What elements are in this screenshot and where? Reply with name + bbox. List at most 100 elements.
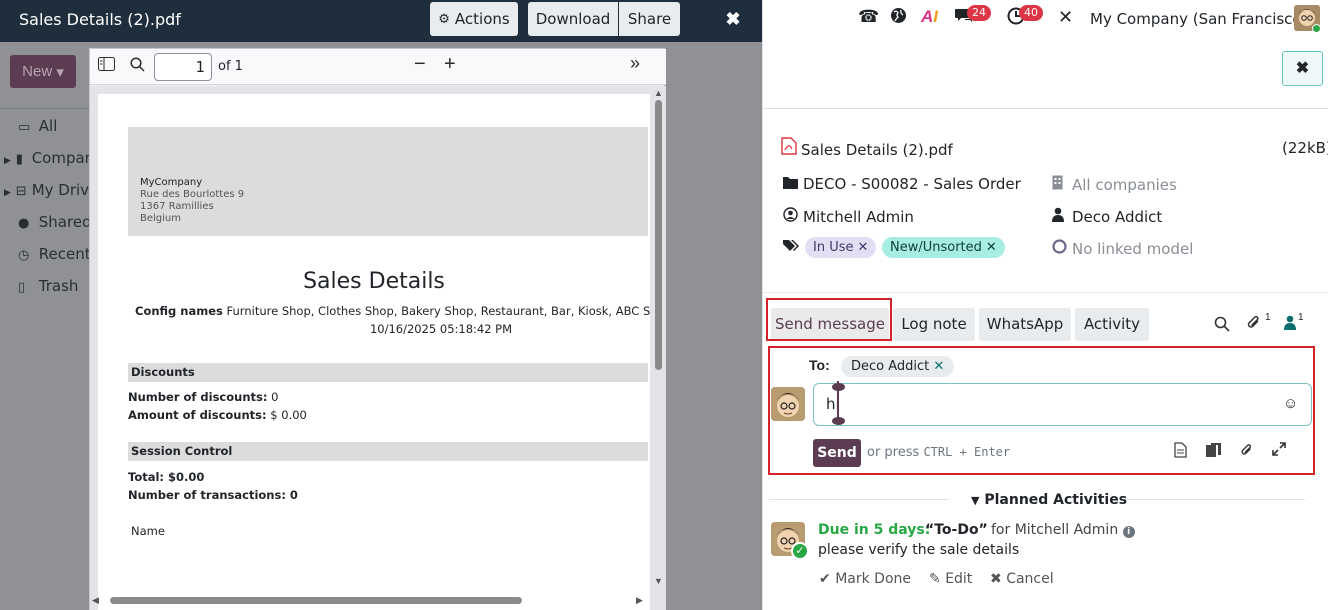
search-icon[interactable] (130, 57, 145, 77)
pdf-viewer: 1 of 1 − + » MyCompany Rue des Bourlotte… (89, 48, 666, 610)
remove-tag-icon[interactable]: ✕ (986, 240, 997, 255)
sidebar-item-trash[interactable]: ▯ Trash (18, 277, 78, 295)
pdf-scroll-area[interactable]: MyCompany Rue des Bourlottes 9 1367 Rami… (90, 86, 666, 610)
mark-done-button[interactable]: ✔ Mark Done (819, 571, 911, 587)
actions-button[interactable]: ⚙ Actions (430, 2, 518, 36)
activity-note: please verify the sale details (818, 542, 1020, 558)
edit-button[interactable]: ✎ Edit (929, 571, 972, 587)
horizontal-scrollbar[interactable]: ◀ ▶ (92, 594, 646, 606)
company-switcher[interactable]: My Company (San Francisco) (1090, 10, 1307, 28)
users-icon: ● (18, 216, 30, 231)
recipient-name: Deco Addict (851, 359, 930, 374)
document-size: (22kB) (1282, 139, 1328, 157)
pdf-toolbar: 1 of 1 − + » (90, 49, 666, 85)
remove-tag-icon[interactable]: ✕ (858, 240, 869, 255)
document-company[interactable]: All companies (1052, 175, 1177, 194)
zoom-out-icon[interactable]: − (414, 53, 426, 76)
company-header-box: MyCompany Rue des Bourlottes 9 1367 Rami… (128, 127, 648, 236)
circle-icon (1052, 239, 1072, 258)
download-button[interactable]: Download (528, 2, 618, 36)
tag-in-use[interactable]: In Use ✕ (805, 237, 877, 258)
tools-icon[interactable]: ✕ (1058, 7, 1073, 28)
vertical-scrollbar[interactable]: ▲ ▼ (652, 88, 663, 588)
document-linked-model[interactable]: No linked model (1052, 239, 1193, 258)
scroll-down-icon[interactable]: ▼ (654, 576, 663, 586)
vertical-scroll-thumb[interactable] (655, 100, 662, 370)
discount-count: Number of discounts: 0 (128, 390, 278, 404)
share-button[interactable]: Share (619, 2, 680, 36)
attach-file-icon[interactable] (1240, 442, 1254, 461)
quick-template-icon[interactable] (1205, 442, 1223, 461)
search-icon[interactable] (1214, 316, 1230, 337)
tag-new-unsorted[interactable]: New/Unsorted ✕ (882, 237, 1005, 258)
viewer-topbar: Sales Details (2).pdf ⚙ Actions Download … (0, 0, 762, 42)
sidebar-item-label: Shared (38, 213, 92, 231)
sidebar-item-shared[interactable]: ● Shared (18, 213, 92, 231)
activities-count-badge: 40 (1019, 5, 1043, 21)
divider (763, 292, 1328, 293)
mark-done-label: Mark Done (835, 571, 911, 587)
scroll-left-icon[interactable]: ◀ (92, 595, 99, 606)
building-icon (1052, 175, 1072, 194)
globe-icon[interactable] (890, 7, 907, 29)
discount-amount-value: $ 0.00 (270, 408, 307, 422)
zoom-in-icon[interactable]: + (444, 53, 456, 76)
document-filename-text: Sales Details (2).pdf (801, 141, 953, 159)
more-tools-icon[interactable]: » (630, 53, 640, 74)
session-total: Total: $0.00 (128, 470, 205, 484)
ai-icon[interactable]: AI (921, 7, 938, 27)
message-input[interactable]: hi (813, 383, 1312, 426)
followers-icon[interactable] (1284, 315, 1296, 335)
activity-due: Due in 5 days: (818, 522, 931, 538)
activity-assignee: for Mitchell Admin i (991, 522, 1135, 538)
company-address-line: Belgium (140, 213, 181, 224)
document-details-panel: ☎ AI 24 40 ✕ My Company (San Francisco) … (762, 0, 1328, 610)
sidebar-item-label: Trash (38, 277, 79, 295)
document-partner[interactable]: Deco Addict (1052, 207, 1162, 226)
caret-down-icon: ▼ (971, 494, 980, 507)
close-panel-button[interactable]: ✖ (1282, 51, 1323, 86)
tab-log-note[interactable]: Log note (893, 308, 975, 341)
cancel-button[interactable]: ✖ Cancel (990, 571, 1054, 587)
tag-icon (783, 239, 799, 257)
config-names: Config names Furniture Shop, Clothes Sho… (135, 304, 650, 318)
gear-icon: ⚙ (438, 11, 450, 27)
sidebar-item-company[interactable]: ▶ ▮ Compan (4, 149, 94, 167)
document-owner[interactable]: Mitchell Admin (783, 207, 914, 226)
phone-icon[interactable]: ☎ (858, 7, 879, 27)
template-icon[interactable] (1174, 442, 1187, 461)
close-viewer-icon[interactable]: ✖ (722, 8, 744, 30)
close-icon: ✖ (990, 571, 1002, 587)
session-transactions: Number of transactions: 0 (128, 488, 298, 502)
tab-activity[interactable]: Activity (1075, 308, 1149, 341)
send-button[interactable]: Send (813, 439, 861, 467)
scroll-up-icon[interactable]: ▲ (654, 88, 663, 98)
expand-icon[interactable] (1272, 442, 1286, 459)
pdf-page: MyCompany Rue des Bourlottes 9 1367 Rami… (98, 94, 650, 610)
tab-whatsapp[interactable]: WhatsApp (979, 308, 1071, 341)
company-address-line: 1367 Ramillies (140, 201, 214, 212)
sidebar-item-recent[interactable]: ◷ Recent (18, 245, 91, 263)
discount-count-label: Number of discounts: (128, 390, 268, 404)
horizontal-scroll-thumb[interactable] (110, 597, 522, 604)
document-filename[interactable]: Sales Details (2).pdf (781, 137, 953, 159)
building-icon: ▮ (15, 152, 23, 167)
sidebar-item-my-drive[interactable]: ▶ ⊟ My Driv (4, 181, 89, 199)
report-date: 10/16/2025 05:18:42 PM (369, 322, 513, 336)
recipient-chip[interactable]: Deco Addict ✕ (841, 356, 955, 377)
remove-recipient-icon[interactable]: ✕ (933, 359, 944, 374)
info-icon[interactable]: i (1122, 526, 1135, 538)
page-number-input[interactable]: 1 (154, 53, 212, 81)
divider (763, 108, 1328, 109)
emoji-icon[interactable]: ☺ (1283, 395, 1298, 412)
attachment-icon[interactable] (1246, 314, 1262, 336)
new-button[interactable]: New ▾ (10, 55, 76, 88)
scroll-right-icon[interactable]: ▶ (636, 595, 643, 606)
sidebar-item-all[interactable]: ▭ All (18, 117, 57, 135)
send-shortcut-hint: or press CTRL + Enter (867, 445, 1010, 460)
drive-icon: ⊟ (15, 184, 27, 199)
sidebar-item-label: All (38, 117, 58, 135)
planned-activities-toggle[interactable]: ▼ Planned Activities (971, 492, 1127, 508)
document-folder[interactable]: DECO - S00082 - Sales Order (783, 175, 1021, 193)
sidebar-toggle-icon[interactable] (98, 57, 115, 76)
